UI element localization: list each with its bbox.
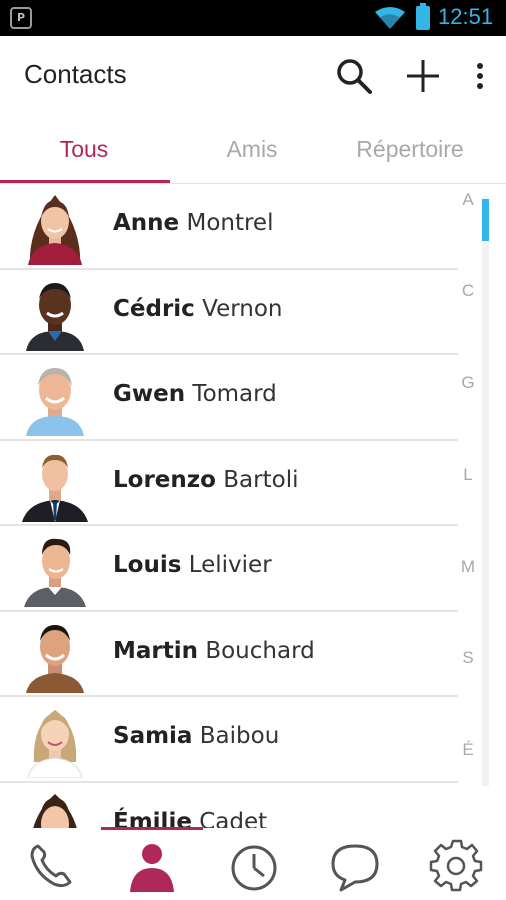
tab-amis[interactable]: Amis [168, 116, 336, 184]
contact-avatar [27, 710, 83, 778]
contact-row[interactable]: Cédric Vernon [0, 270, 458, 355]
contact-first-name: Anne [113, 210, 180, 236]
contact-avatar [26, 368, 84, 436]
contact-name: Anne Montrel [113, 210, 273, 236]
contact-first-name: Samia [113, 723, 193, 749]
contact-first-name: Louis [113, 552, 182, 578]
contact-last-name: Baibou [199, 723, 280, 749]
contact-last-name: Tomard [192, 381, 277, 407]
contact-row[interactable]: Martin Bouchard [0, 612, 458, 697]
contact-first-name: Cédric [113, 295, 195, 322]
index-letter[interactable]: M [458, 557, 478, 577]
contact-row[interactable]: Samia Baibou [0, 697, 458, 783]
contact-avatar [26, 282, 84, 351]
scrollbar-track[interactable] [482, 196, 489, 786]
clock-icon[interactable] [226, 838, 282, 894]
contact-avatar [28, 195, 82, 265]
status-bar: P 12:51 [0, 0, 506, 36]
contact-name: Cédric Vernon [113, 296, 283, 322]
contact-first-name: Martin [113, 637, 199, 664]
contact-last-name: Lelivier [188, 552, 272, 578]
contact-last-name: Bartoli [223, 466, 299, 493]
contact-last-name: Montrel [186, 210, 274, 236]
active-nav-indicator [101, 827, 203, 830]
tab-bar: Tous Amis Répertoire [0, 116, 506, 184]
contact-last-name: Cadet [199, 808, 268, 829]
app-notification-icon: P [10, 7, 32, 29]
phone-icon[interactable] [24, 838, 80, 894]
search-icon[interactable] [334, 56, 374, 96]
scrollbar-thumb[interactable] [482, 199, 489, 241]
contact-avatar [24, 538, 86, 607]
settings-gear-icon[interactable] [428, 838, 484, 894]
contact-first-name: Lorenzo [113, 466, 216, 493]
contact-row[interactable]: Gwen Tomard [0, 355, 458, 441]
page-title: Contacts [24, 59, 127, 89]
index-letter[interactable]: C [458, 281, 478, 301]
add-icon[interactable] [403, 56, 443, 96]
contacts-icon[interactable] [124, 838, 180, 894]
index-letter[interactable]: G [458, 373, 478, 393]
contact-name: Émilie Cadet [113, 809, 267, 829]
index-letter[interactable]: É [458, 740, 478, 760]
action-bar: Contacts [0, 36, 506, 116]
tab-tous[interactable]: Tous [0, 116, 168, 184]
contact-avatar [26, 624, 84, 693]
index-letter[interactable]: L [458, 465, 478, 485]
index-letter[interactable]: S [458, 648, 478, 668]
index-letter[interactable]: A [458, 190, 478, 210]
bottom-navigation [0, 827, 506, 900]
chat-icon[interactable] [327, 838, 383, 894]
tab-repertoire[interactable]: Répertoire [326, 116, 494, 184]
contact-list[interactable]: Anne Montrel Cédric Vernon Gwen Tomard L… [0, 184, 458, 828]
contact-name: Samia Baibou [113, 723, 279, 749]
contact-avatar [22, 454, 88, 522]
contact-row[interactable]: Louis Lelivier [0, 526, 458, 612]
wifi-icon [375, 7, 405, 29]
contact-row[interactable]: Émilie Cadet [0, 783, 458, 829]
status-time: 12:51 [438, 4, 494, 29]
contact-last-name: Bouchard [205, 637, 315, 664]
contact-row[interactable]: Lorenzo Bartoli [0, 441, 458, 526]
contact-name: Gwen Tomard [113, 381, 277, 407]
contact-name: Martin Bouchard [113, 638, 315, 664]
contact-last-name: Vernon [202, 295, 283, 322]
overflow-menu-icon[interactable] [468, 56, 492, 96]
contact-name: Lorenzo Bartoli [113, 467, 298, 493]
contact-first-name: Gwen [113, 381, 186, 407]
contact-avatar [33, 793, 77, 828]
contact-row[interactable]: Anne Montrel [0, 184, 458, 270]
contact-name: Louis Lelivier [113, 552, 272, 578]
battery-icon [416, 3, 430, 30]
contact-first-name: Émilie [113, 808, 192, 829]
